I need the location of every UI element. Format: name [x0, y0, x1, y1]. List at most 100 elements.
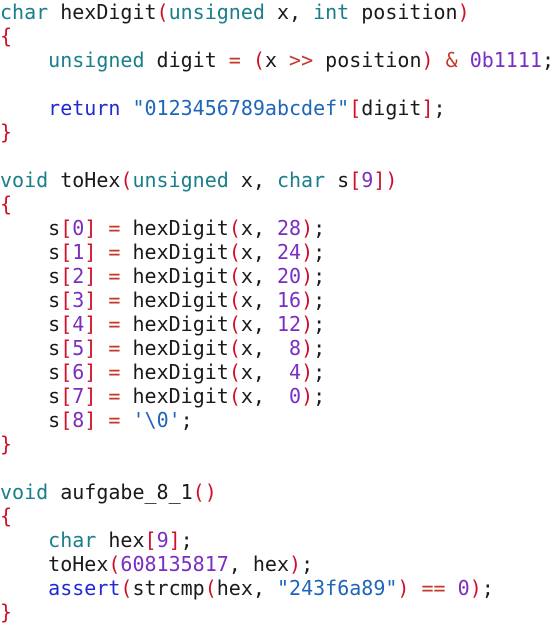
code-token: hexDigit	[120, 360, 229, 384]
code-token: x,	[240, 360, 290, 384]
code-token: x,	[240, 312, 277, 336]
code-token: hex,	[216, 576, 277, 600]
code-token: hexDigit	[120, 216, 229, 240]
code-token: s	[0, 360, 61, 384]
code-token: (	[108, 552, 121, 576]
code-token: void	[0, 480, 49, 504]
code-token: hexDigit	[120, 288, 229, 312]
code-token: 7	[72, 384, 85, 408]
code-token: ;	[313, 240, 326, 264]
code-token: [	[349, 168, 362, 192]
code-token: ;	[180, 528, 193, 552]
code-token: position	[313, 48, 422, 72]
code-token: strcmp	[132, 576, 205, 600]
code-token: 8	[289, 336, 302, 360]
code-token: {	[0, 192, 13, 216]
code-line: s[0] = hexDigit(x, 28);	[0, 216, 552, 240]
code-token: 608135817	[120, 552, 229, 576]
code-token: 5	[72, 336, 85, 360]
code-token: (	[228, 288, 241, 312]
code-token: [	[60, 312, 73, 336]
code-token: digit	[361, 96, 422, 120]
code-token: )	[301, 360, 314, 384]
code-token: aufgabe_8_1	[48, 480, 193, 504]
code-line: char hexDigit(unsigned x, int position)	[0, 0, 552, 24]
code-token: assert	[48, 576, 121, 600]
code-line: void aufgabe_8_1()	[0, 480, 552, 504]
code-token: hexDigit	[48, 0, 157, 24]
code-token: s	[0, 408, 61, 432]
code-token: [	[144, 528, 157, 552]
code-token: (	[204, 576, 217, 600]
code-token: void	[0, 168, 49, 192]
code-token: x,	[264, 0, 314, 24]
code-token: ]	[84, 264, 97, 288]
code-line: s[2] = hexDigit(x, 20);	[0, 264, 552, 288]
code-token: position	[349, 0, 458, 24]
code-token: hex	[96, 528, 145, 552]
code-token: =	[108, 408, 121, 432]
code-token: ]	[373, 168, 386, 192]
code-line: char hex[9];	[0, 528, 552, 552]
code-line: assert(strcmp(hex, "243f6a89") == 0);	[0, 576, 552, 600]
code-token: {	[0, 24, 13, 48]
code-token: )	[301, 288, 314, 312]
code-token: 9	[156, 528, 169, 552]
code-token: {	[0, 504, 13, 528]
code-token: 0	[72, 216, 85, 240]
code-token: [	[60, 288, 73, 312]
code-token: hexDigit	[120, 384, 229, 408]
code-token: (	[156, 0, 169, 24]
code-token: ;	[433, 96, 446, 120]
code-token: x,	[240, 240, 277, 264]
code-editor[interactable]: char hexDigit(unsigned x, int position){…	[0, 0, 552, 624]
code-token: }	[0, 432, 13, 456]
code-line: s[7] = hexDigit(x, 0);	[0, 384, 552, 408]
code-token: )	[469, 576, 482, 600]
code-token: ;	[313, 264, 326, 288]
code-token: ;	[313, 288, 326, 312]
code-line: s[8] = '\0';	[0, 408, 552, 432]
code-token: =	[108, 384, 121, 408]
code-token: ]	[84, 216, 97, 240]
code-token: s	[0, 384, 61, 408]
code-token: s	[0, 264, 61, 288]
code-line: }	[0, 600, 552, 624]
code-token: x,	[240, 384, 290, 408]
code-token: x,	[240, 336, 290, 360]
code-token: 1	[72, 240, 85, 264]
code-line: void toHex(unsigned x, char s[9])	[0, 168, 552, 192]
code-token: (	[228, 312, 241, 336]
code-token: =	[108, 312, 121, 336]
code-token: ]	[84, 240, 97, 264]
code-line: {	[0, 24, 552, 48]
code-token: >>	[289, 48, 314, 72]
code-line: s[3] = hexDigit(x, 16);	[0, 288, 552, 312]
code-token: (	[120, 168, 133, 192]
code-token: char	[0, 0, 49, 24]
code-token: ;	[542, 48, 552, 72]
code-line: s[6] = hexDigit(x, 4);	[0, 360, 552, 384]
code-token: }	[0, 600, 13, 624]
code-token: 4	[289, 360, 302, 384]
code-token: )	[289, 552, 302, 576]
code-token: ;	[313, 384, 326, 408]
code-token: )	[301, 240, 314, 264]
code-token: ==	[421, 576, 446, 600]
code-token: char	[48, 528, 97, 552]
code-token: hexDigit	[120, 264, 229, 288]
code-token: ]	[84, 408, 97, 432]
code-token: "243f6a89"	[276, 576, 398, 600]
